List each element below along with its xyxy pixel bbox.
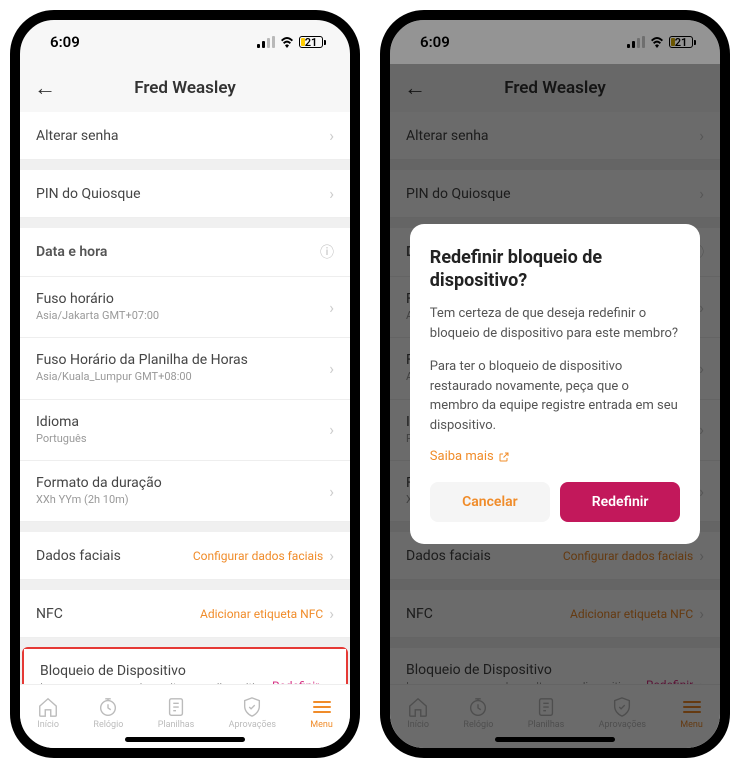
external-link-icon bbox=[498, 451, 510, 463]
confirm-button[interactable]: Redefinir bbox=[560, 482, 680, 522]
battery-icon: 21 bbox=[299, 36, 326, 48]
status-right: 21 bbox=[257, 36, 326, 48]
modal-buttons: Cancelar Redefinir bbox=[430, 482, 680, 522]
tab-clock[interactable]: Relógio bbox=[93, 696, 123, 730]
menu-icon bbox=[311, 696, 333, 718]
page-title: Fred Weasley bbox=[134, 78, 236, 98]
phone-right: 6:09 21 ← Fred Weasley Alterar senha› PI… bbox=[380, 10, 730, 758]
row-device-lock[interactable]: Bloqueio de DispositivoImpeça que os mem… bbox=[24, 649, 346, 684]
modal-backdrop[interactable]: Redefinir bloqueio de dispositivo? Tem c… bbox=[390, 20, 720, 748]
tab-sheets[interactable]: Planilhas bbox=[158, 696, 195, 730]
tab-approvals[interactable]: Aprovações bbox=[229, 696, 276, 730]
chevron-right-icon: › bbox=[329, 184, 334, 203]
reset-device-lock-modal: Redefinir bloqueio de dispositivo? Tem c… bbox=[410, 224, 700, 545]
chevron-right-icon: › bbox=[325, 677, 330, 684]
chevron-right-icon: › bbox=[329, 126, 334, 145]
configure-facial-link[interactable]: Configurar dados faciais bbox=[193, 549, 323, 563]
tab-home[interactable]: Início bbox=[37, 696, 59, 730]
tab-menu[interactable]: Menu bbox=[310, 696, 333, 730]
chevron-right-icon: › bbox=[329, 604, 334, 623]
chevron-right-icon: › bbox=[329, 420, 334, 439]
status-bar: 6:09 21 bbox=[20, 20, 350, 64]
page-header: ← Fred Weasley bbox=[20, 64, 350, 112]
settings-list: Alterar senha › PIN do Quiosque › Data e… bbox=[20, 112, 350, 684]
chevron-right-icon: › bbox=[329, 482, 334, 501]
add-nfc-link[interactable]: Adicionar etiqueta NFC bbox=[200, 607, 323, 621]
status-time: 6:09 bbox=[50, 33, 80, 51]
modal-text-2: Para ter o bloqueio de dispositivo resta… bbox=[430, 357, 680, 435]
row-change-password[interactable]: Alterar senha › bbox=[20, 112, 350, 160]
chevron-right-icon: › bbox=[329, 298, 334, 317]
row-duration-format[interactable]: Formato da duraçãoXXh YYm (2h 10m) › bbox=[20, 461, 350, 522]
back-button[interactable]: ← bbox=[34, 75, 56, 101]
home-indicator bbox=[125, 737, 245, 742]
row-facial-data[interactable]: Dados faciais Configurar dados faciais › bbox=[20, 532, 350, 580]
device-lock-highlight: Bloqueio de DispositivoImpeça que os mem… bbox=[22, 647, 348, 684]
section-datetime: Data e hora ⓘ bbox=[20, 228, 350, 277]
wifi-icon bbox=[279, 36, 295, 48]
row-nfc[interactable]: NFC Adicionar etiqueta NFC › bbox=[20, 590, 350, 638]
row-sheet-timezone[interactable]: Fuso Horário da Planilha de HorasAsia/Ku… bbox=[20, 338, 350, 399]
learn-more-link[interactable]: Saiba mais bbox=[430, 449, 680, 464]
chevron-right-icon: › bbox=[329, 359, 334, 378]
modal-text-1: Tem certeza de que deseja redefinir o bl… bbox=[430, 304, 680, 343]
row-timezone[interactable]: Fuso horárioAsia/Jakarta GMT+07:00 › bbox=[20, 277, 350, 338]
signal-icon bbox=[257, 36, 275, 48]
row-language[interactable]: IdiomaPortuguês › bbox=[20, 400, 350, 461]
info-icon[interactable]: ⓘ bbox=[320, 242, 334, 262]
chevron-right-icon: › bbox=[329, 546, 334, 565]
cancel-button[interactable]: Cancelar bbox=[430, 482, 550, 522]
phone-left: 6:09 21 ← Fred Weasley Alterar senha › P… bbox=[10, 10, 360, 758]
modal-title: Redefinir bloqueio de dispositivo? bbox=[430, 246, 680, 293]
row-kiosk-pin[interactable]: PIN do Quiosque › bbox=[20, 170, 350, 218]
